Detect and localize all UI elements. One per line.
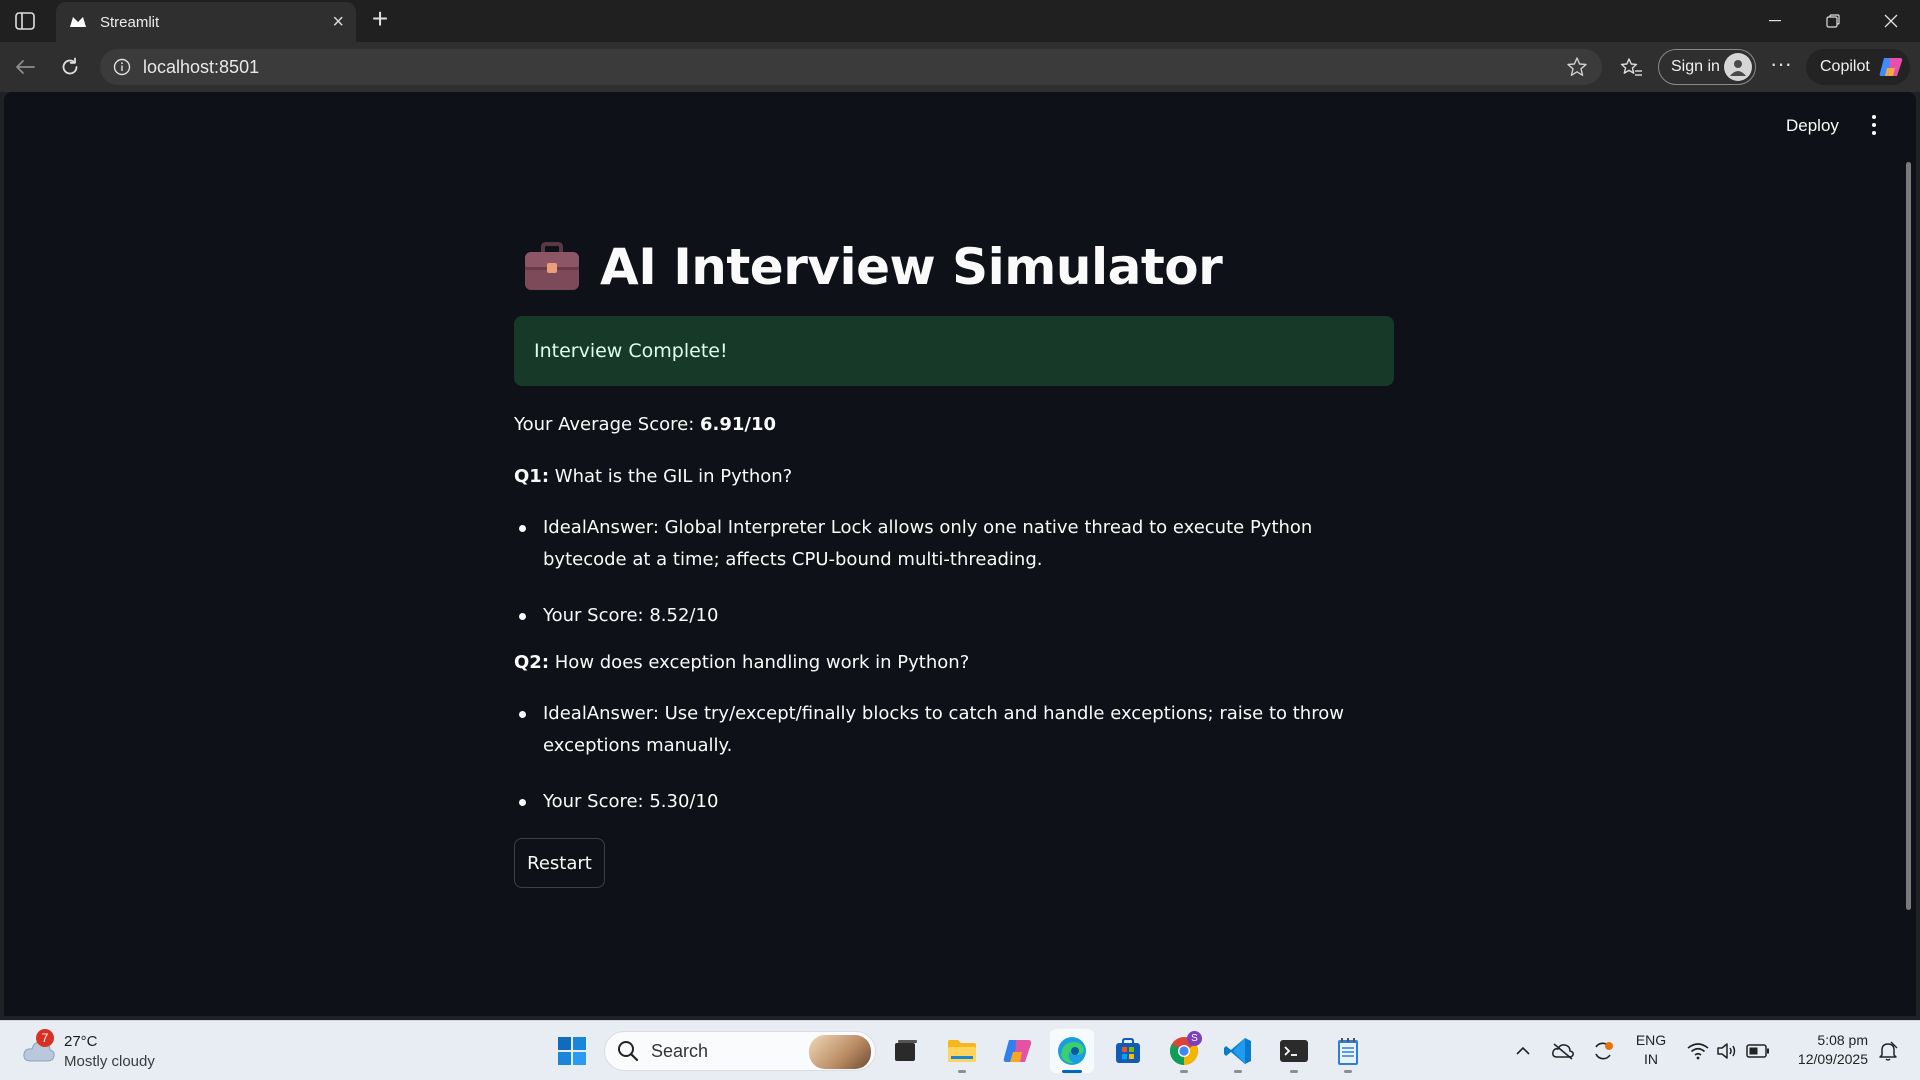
sign-in-button[interactable]: Sign in [1658, 49, 1756, 85]
volume-icon[interactable] [1714, 1035, 1740, 1067]
address-bar[interactable]: localhost:8501 [100, 49, 1602, 85]
favorites-icon[interactable] [1616, 52, 1648, 84]
browser-toolbar: localhost:8501 Sign in ··· Copilot [0, 42, 1920, 92]
copilot-label: Copilot [1820, 58, 1870, 75]
back-icon[interactable] [10, 52, 40, 82]
streamlit-page: Deploy AI Interview Simulator Interview … [4, 92, 1916, 1016]
file-explorer-icon[interactable] [940, 1029, 984, 1073]
notifications-icon[interactable] [1874, 1035, 1902, 1067]
site-info-icon[interactable] [111, 58, 133, 76]
new-tab-icon[interactable]: + [364, 5, 396, 36]
briefcase-icon [525, 242, 579, 290]
taskbar-search[interactable]: Search [604, 1031, 876, 1071]
browser-title-bar: Streamlit × + [0, 0, 1920, 42]
favorite-star-icon[interactable] [1562, 56, 1592, 78]
running-indicator [1290, 1070, 1298, 1073]
profile-avatar-icon [1724, 53, 1752, 81]
chrome-profile-badge: S [1187, 1031, 1202, 1046]
copilot-logo-icon [1879, 58, 1903, 76]
vscode-icon[interactable] [1216, 1029, 1260, 1073]
url-text: localhost:8501 [143, 56, 260, 77]
region-code: IN [1644, 1051, 1658, 1067]
weather-alert-badge: 7 [36, 1029, 54, 1047]
language-indicator[interactable]: ENG IN [1634, 1031, 1668, 1069]
question-text: How does exception handling work in Pyth… [554, 652, 970, 673]
copilot-button[interactable]: Copilot [1806, 49, 1910, 85]
search-highlight-image [809, 1035, 871, 1069]
system-clock[interactable]: 5:08 pm 12/09/2025 [1786, 1031, 1868, 1069]
ideal-answer: IdealAnswer: Global Interpreter Lock all… [514, 512, 1394, 576]
minimize-icon[interactable] [1752, 6, 1798, 36]
question-score: Your Score: 5.30/10 [514, 786, 1394, 818]
wifi-icon[interactable] [1684, 1035, 1712, 1067]
close-window-icon[interactable] [1868, 6, 1914, 36]
time: 5:08 pm [1817, 1032, 1868, 1048]
weather-condition: Mostly cloudy [64, 1053, 155, 1070]
running-indicator [1234, 1070, 1242, 1073]
success-alert: Interview Complete! [514, 316, 1394, 386]
running-indicator [1180, 1070, 1188, 1073]
onedrive-offline-icon[interactable] [1548, 1035, 1578, 1067]
question-number: Q2: [514, 652, 550, 673]
language-code: ENG [1635, 1032, 1667, 1048]
tab-title: Streamlit [100, 13, 160, 31]
search-icon [618, 1041, 639, 1062]
running-indicator [958, 1070, 966, 1073]
streamlit-favicon-icon [68, 12, 88, 32]
battery-icon[interactable] [1744, 1035, 1772, 1067]
ideal-answer: IdealAnswer: Use try/except/finally bloc… [514, 698, 1394, 762]
page-title: AI Interview Simulator [514, 232, 1394, 302]
main-content: AI Interview Simulator Interview Complet… [514, 232, 1394, 888]
success-message: Interview Complete! [534, 340, 728, 362]
task-view-icon[interactable] [884, 1029, 928, 1073]
date: 12/09/2025 [1797, 1051, 1868, 1067]
average-score-value: 6.91/10 [700, 414, 777, 435]
question-text: What is the GIL in Python? [554, 466, 793, 487]
refresh-icon[interactable] [55, 52, 85, 82]
question-2: Q2: How does exception handling work in … [514, 650, 1394, 676]
active-indicator [1062, 1070, 1082, 1073]
edge-browser-icon[interactable] [1050, 1029, 1094, 1073]
close-tab-icon[interactable]: × [332, 12, 344, 32]
restore-icon[interactable] [1810, 6, 1856, 36]
question-number: Q1: [514, 466, 550, 487]
question-score: Your Score: 8.52/10 [514, 600, 1394, 632]
windows-logo-icon [558, 1037, 586, 1065]
copilot-app-icon[interactable] [996, 1029, 1040, 1073]
notepad-icon[interactable] [1326, 1029, 1370, 1073]
page-scrollbar[interactable] [1904, 162, 1912, 1008]
restart-button[interactable]: Restart [514, 838, 605, 888]
chrome-icon[interactable]: S [1162, 1029, 1206, 1073]
sidebar-toggle-icon[interactable] [12, 9, 38, 33]
running-indicator [1344, 1070, 1352, 1073]
question-1-details: IdealAnswer: Global Interpreter Lock all… [514, 512, 1394, 632]
question-1: Q1: What is the GIL in Python? [514, 464, 1394, 490]
show-hidden-icons-icon[interactable] [1510, 1035, 1536, 1067]
deploy-button[interactable]: Deploy [1786, 116, 1839, 136]
more-options-icon[interactable]: ··· [1766, 52, 1796, 82]
app-title: AI Interview Simulator [600, 238, 1223, 296]
microsoft-store-icon[interactable] [1106, 1029, 1150, 1073]
browser-tab[interactable]: Streamlit × [56, 2, 356, 42]
start-button[interactable] [550, 1029, 594, 1073]
weather-widget[interactable]: 7 27°C Mostly cloudy [20, 1029, 180, 1073]
sign-in-label: Sign in [1671, 58, 1720, 75]
search-label: Search [651, 1040, 709, 1061]
main-menu-icon[interactable] [1864, 112, 1884, 138]
question-2-details: IdealAnswer: Use try/except/finally bloc… [514, 698, 1394, 818]
sync-icon[interactable] [1588, 1035, 1618, 1067]
temperature: 27°C [64, 1033, 98, 1050]
scrollbar-thumb[interactable] [1906, 162, 1911, 910]
terminal-icon[interactable] [1272, 1029, 1316, 1073]
average-score-label: Your Average Score: [514, 414, 695, 435]
average-score: Your Average Score: 6.91/10 [514, 412, 1394, 438]
windows-taskbar: 7 27°C Mostly cloudy Search S ENG IN 5:0… [0, 1020, 1920, 1080]
